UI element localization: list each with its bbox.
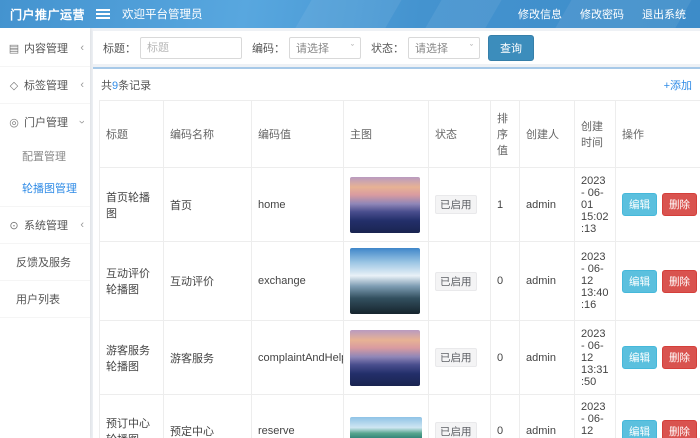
sidebar-item-carousel-mgmt[interactable]: 轮播图管理: [0, 172, 90, 204]
col-main-image: 主图: [344, 101, 429, 168]
header-links: 修改信息 修改密码 退出系统: [518, 6, 700, 22]
sidebar-item-user-list[interactable]: 用户列表: [0, 281, 90, 318]
table-row: 首页轮播图 首页 home 已启用 1 admin 2023- 06-01 15…: [100, 168, 700, 242]
sidebar-item-feedback[interactable]: 反馈及服务: [0, 244, 90, 281]
filter-bar: 标题： 编码： 请选择 ˇ 状态： 请选择 ˇ 查询: [93, 31, 700, 64]
col-title: 标题: [100, 101, 164, 168]
edit-button[interactable]: 编辑: [622, 270, 657, 293]
status-badge: 已启用: [435, 348, 477, 367]
title-filter-input[interactable]: [140, 37, 242, 59]
hamburger-menu-icon[interactable]: [96, 7, 110, 21]
carousel-thumbnail: [350, 417, 422, 438]
col-code-value: 编码值: [252, 101, 344, 168]
table-header-row: 标题 编码名称 编码值 主图 状态 排序值 创建人 创建时间 操作: [100, 101, 700, 168]
status-filter-select[interactable]: 请选择 ˇ: [408, 37, 480, 59]
carousel-table: 标题 编码名称 编码值 主图 状态 排序值 创建人 创建时间 操作 首页轮播图: [99, 100, 700, 438]
welcome-text: 欢迎平台管理员: [122, 6, 203, 22]
status-badge: 已启用: [435, 272, 477, 291]
search-button[interactable]: 查询: [488, 35, 534, 61]
col-actions: 操作: [616, 101, 700, 168]
select-arrow-icon: ˇ: [351, 43, 354, 53]
col-status: 状态: [429, 101, 491, 168]
portal-icon: ◎: [8, 116, 20, 129]
chevron-left-icon: ‹: [80, 219, 84, 231]
col-created-time: 创建时间: [575, 101, 616, 168]
col-sort: 排序值: [491, 101, 520, 168]
chevron-left-icon: ‹: [80, 42, 84, 54]
sidebar: ▤ 内容管理 ‹ ◇ 标签管理 ‹ ◎ 门户管理 ‹ 配置管理 轮播图管理 ⊙ …: [0, 28, 90, 438]
select-arrow-icon: ˇ: [470, 43, 473, 53]
sidebar-item-content-mgmt[interactable]: ▤ 内容管理 ‹: [0, 30, 90, 67]
list-panel: 共9条记录 +添加 标题 编码名称 编码值 主图 状态 排序值 创建人: [93, 67, 700, 438]
edit-button[interactable]: 编辑: [622, 346, 657, 369]
sidebar-item-tag-mgmt[interactable]: ◇ 标签管理 ‹: [0, 67, 90, 104]
chevron-down-icon: ‹: [76, 120, 88, 124]
table-row: 预订中心轮播图 预定中心 reserve 已启用 0 admin 2023- 0…: [100, 395, 700, 438]
app-brand: 门户推广运营: [0, 6, 90, 23]
title-filter-label: 标题：: [103, 40, 136, 56]
delete-button[interactable]: 删除: [662, 420, 697, 438]
add-button[interactable]: +添加: [664, 77, 692, 93]
edit-button[interactable]: 编辑: [622, 420, 657, 438]
status-badge: 已启用: [435, 195, 477, 214]
logout-link[interactable]: 退出系统: [642, 6, 686, 22]
delete-button[interactable]: 删除: [662, 346, 697, 369]
change-password-link[interactable]: 修改密码: [580, 6, 624, 22]
sidebar-item-system-mgmt[interactable]: ⊙ 系统管理 ‹: [0, 207, 90, 244]
sidebar-item-portal-mgmt[interactable]: ◎ 门户管理 ‹: [0, 104, 90, 140]
top-header: 门户推广运营 欢迎平台管理员 修改信息 修改密码 退出系统: [0, 0, 700, 28]
edit-button[interactable]: 编辑: [622, 193, 657, 216]
table-row: 互动评价轮播图 互动评价 exchange 已启用 0 admin 2023- …: [100, 242, 700, 321]
carousel-thumbnail: [350, 330, 420, 386]
content-icon: ▤: [8, 42, 20, 55]
status-badge: 已启用: [435, 422, 477, 438]
table-row: 游客服务轮播图 游客服务 complaintAndHelp 已启用 0 admi…: [100, 321, 700, 395]
delete-button[interactable]: 删除: [662, 193, 697, 216]
system-icon: ⊙: [8, 219, 20, 232]
code-filter-select[interactable]: 请选择 ˇ: [289, 37, 361, 59]
col-creator: 创建人: [520, 101, 575, 168]
chevron-left-icon: ‹: [80, 79, 84, 91]
carousel-thumbnail: [350, 177, 420, 233]
code-filter-label: 编码：: [252, 40, 285, 56]
carousel-thumbnail: [350, 248, 420, 314]
col-code-name: 编码名称: [164, 101, 252, 168]
main-content: 标题： 编码： 请选择 ˇ 状态： 请选择 ˇ 查询 共9条记录 +添加: [90, 28, 700, 438]
delete-button[interactable]: 删除: [662, 270, 697, 293]
status-filter-label: 状态：: [371, 40, 404, 56]
tag-icon: ◇: [8, 79, 20, 92]
edit-info-link[interactable]: 修改信息: [518, 6, 562, 22]
record-count: 共9条记录: [101, 77, 151, 93]
sidebar-item-config-mgmt[interactable]: 配置管理: [0, 140, 90, 172]
